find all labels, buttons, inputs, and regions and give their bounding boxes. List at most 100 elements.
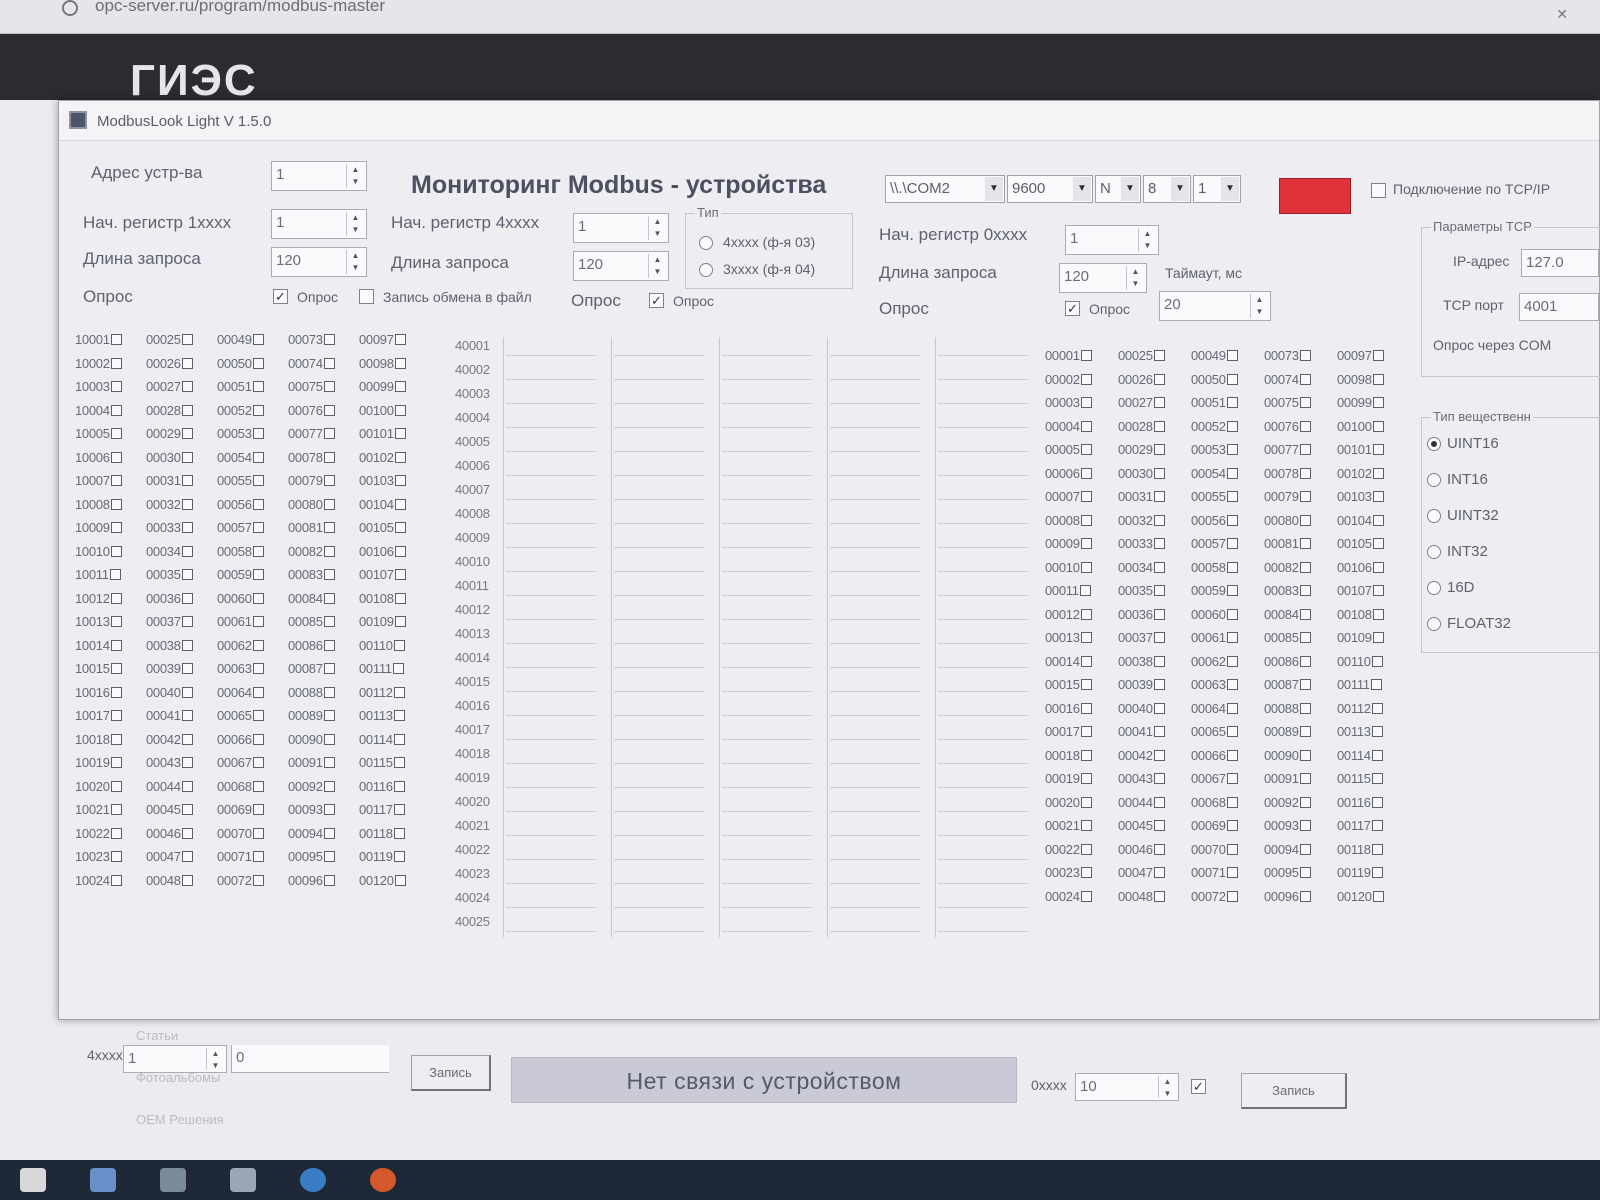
- coil-indicator[interactable]: [1153, 820, 1165, 831]
- discrete-input-indicator[interactable]: [110, 827, 122, 839]
- register-value-field[interactable]: [830, 571, 920, 572]
- stopbits-select[interactable]: 1 ▼: [1193, 175, 1241, 203]
- register-value-field[interactable]: [938, 595, 1028, 596]
- discrete-input-indicator[interactable]: [110, 404, 122, 416]
- coil-indicator[interactable]: [1080, 679, 1092, 690]
- start-button-icon[interactable]: [20, 1168, 46, 1192]
- coil-indicator[interactable]: [1372, 538, 1384, 549]
- register-value-field[interactable]: [722, 739, 812, 740]
- coil-indicator[interactable]: [1226, 843, 1238, 855]
- timeout-spin[interactable]: 20 ▲ ▼: [1159, 291, 1271, 321]
- register-value-field[interactable]: [614, 403, 704, 404]
- discrete-input-indicator[interactable]: [110, 545, 122, 557]
- taskbar-app-icon[interactable]: [160, 1168, 186, 1192]
- discrete-input-indicator[interactable]: [181, 451, 193, 463]
- register-value-field[interactable]: [938, 427, 1028, 428]
- register-value-field[interactable]: [614, 523, 704, 524]
- register-value-field[interactable]: [506, 523, 596, 524]
- register-value-field[interactable]: [614, 451, 704, 452]
- register-value-field[interactable]: [614, 811, 704, 812]
- coil-indicator[interactable]: [1153, 467, 1165, 479]
- register-value-field[interactable]: [722, 523, 812, 524]
- coil-indicator[interactable]: [1299, 350, 1311, 361]
- discrete-input-indicator[interactable]: [110, 451, 122, 463]
- type-4xxxx-radio[interactable]: [699, 236, 713, 250]
- register-value-field[interactable]: [830, 691, 920, 692]
- left-length-value[interactable]: 120: [276, 252, 301, 269]
- register-value-field[interactable]: [506, 787, 596, 788]
- coil-indicator[interactable]: [1226, 796, 1238, 808]
- write0-button[interactable]: Запись: [1241, 1073, 1347, 1109]
- discrete-input-indicator[interactable]: [394, 428, 406, 439]
- discrete-input-indicator[interactable]: [110, 733, 122, 745]
- discrete-input-indicator[interactable]: [394, 451, 406, 463]
- left-poll-checkbox[interactable]: ✓: [273, 289, 288, 304]
- discrete-input-indicator[interactable]: [323, 592, 335, 604]
- coil-indicator[interactable]: [1299, 444, 1311, 455]
- discrete-input-indicator[interactable]: [323, 733, 335, 745]
- register-value-field[interactable]: [506, 715, 596, 716]
- spin-arrows-icon[interactable]: ▲ ▼: [1138, 228, 1156, 252]
- discrete-input-indicator[interactable]: [110, 710, 122, 721]
- coil-indicator[interactable]: [1080, 420, 1092, 432]
- discrete-input-indicator[interactable]: [323, 428, 335, 439]
- coil-indicator[interactable]: [1153, 373, 1165, 385]
- coil-indicator[interactable]: [1226, 561, 1238, 573]
- coil-indicator[interactable]: [1226, 491, 1238, 502]
- right-length-spin[interactable]: 120 ▲ ▼: [1059, 263, 1147, 293]
- register-value-field[interactable]: [830, 451, 920, 452]
- type-float32-radio[interactable]: [1427, 617, 1441, 631]
- discrete-input-indicator[interactable]: [181, 663, 193, 674]
- coil-indicator[interactable]: [1299, 585, 1311, 596]
- device-address-value[interactable]: 1: [276, 166, 284, 183]
- discrete-input-indicator[interactable]: [323, 334, 335, 345]
- coil-indicator[interactable]: [1080, 514, 1092, 526]
- right-start-reg-spin[interactable]: 1 ▲ ▼: [1065, 225, 1159, 255]
- right-start-reg-value[interactable]: 1: [1070, 230, 1078, 247]
- register-value-field[interactable]: [614, 643, 704, 644]
- write0-checkbox[interactable]: ✓: [1191, 1079, 1206, 1094]
- coil-indicator[interactable]: [1153, 773, 1165, 784]
- discrete-input-indicator[interactable]: [110, 639, 122, 651]
- spin-arrows-icon[interactable]: ▲ ▼: [1158, 1076, 1176, 1098]
- discrete-input-indicator[interactable]: [323, 804, 335, 815]
- coil-indicator[interactable]: [1372, 420, 1384, 432]
- register-value-field[interactable]: [938, 835, 1028, 836]
- coil-indicator[interactable]: [1153, 749, 1165, 761]
- discrete-input-indicator[interactable]: [252, 381, 264, 392]
- coil-indicator[interactable]: [1299, 514, 1311, 526]
- discrete-input-indicator[interactable]: [323, 498, 335, 510]
- register-value-field[interactable]: [830, 883, 920, 884]
- coil-indicator[interactable]: [1299, 538, 1311, 549]
- coil-indicator[interactable]: [1371, 749, 1383, 761]
- parity-value[interactable]: N: [1100, 180, 1111, 197]
- coil-indicator[interactable]: [1371, 867, 1383, 878]
- ip-address-field[interactable]: 127.0: [1521, 249, 1599, 277]
- taskbar-browser-icon[interactable]: [300, 1168, 326, 1192]
- register-value-field[interactable]: [830, 739, 920, 740]
- coil-indicator[interactable]: [1299, 890, 1311, 902]
- coil-indicator[interactable]: [1153, 608, 1165, 620]
- left-start-reg-spin[interactable]: 1 ▲ ▼: [271, 209, 367, 239]
- coil-indicator[interactable]: [1372, 373, 1384, 385]
- coil-indicator[interactable]: [1079, 585, 1091, 596]
- register-value-field[interactable]: [938, 763, 1028, 764]
- discrete-input-indicator[interactable]: [394, 874, 406, 886]
- coil-indicator[interactable]: [1372, 467, 1384, 479]
- register-value-field[interactable]: [506, 643, 596, 644]
- discrete-input-indicator[interactable]: [252, 522, 264, 533]
- discrete-input-indicator[interactable]: [252, 498, 264, 510]
- spin-arrows-icon[interactable]: ▲ ▼: [648, 216, 666, 240]
- chevron-down-icon[interactable]: ▼: [985, 177, 1003, 201]
- register-value-field[interactable]: [830, 595, 920, 596]
- register-value-field[interactable]: [830, 355, 920, 356]
- register-value-field[interactable]: [614, 475, 704, 476]
- discrete-input-indicator[interactable]: [181, 545, 193, 557]
- coil-indicator[interactable]: [1372, 350, 1384, 361]
- discrete-input-indicator[interactable]: [252, 663, 264, 674]
- discrete-input-indicator[interactable]: [109, 569, 121, 580]
- discrete-input-indicator[interactable]: [252, 710, 264, 721]
- discrete-input-indicator[interactable]: [110, 616, 122, 627]
- register-value-field[interactable]: [938, 571, 1028, 572]
- coil-indicator[interactable]: [1080, 350, 1092, 361]
